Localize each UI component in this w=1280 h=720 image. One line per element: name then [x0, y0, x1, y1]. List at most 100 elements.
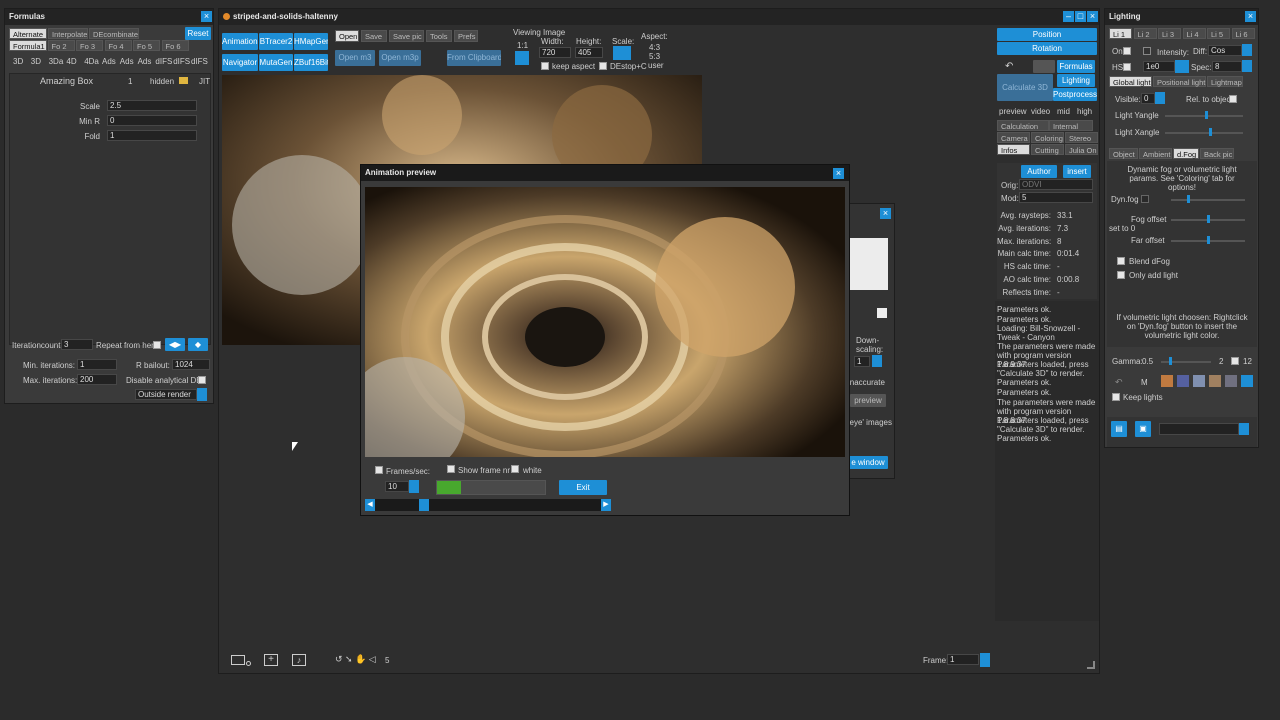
formulas-button[interactable]: Formulas: [1057, 60, 1095, 73]
zoom-icon[interactable]: [246, 661, 251, 666]
downscaling-input[interactable]: 1: [854, 356, 870, 367]
navigate-icons[interactable]: ↺ ➘ ✋ ◁: [335, 654, 376, 665]
quality-0[interactable]: preview: [999, 107, 1027, 116]
left-button-3[interactable]: Navigator: [222, 54, 258, 71]
dynfog-slider[interactable]: [1171, 199, 1245, 201]
left-button-1[interactable]: BTracer2: [259, 33, 293, 50]
dim-1[interactable]: 3D: [31, 57, 41, 66]
prev-formula-button[interactable]: ◀▶: [165, 338, 185, 351]
param-value-2[interactable]: 1: [107, 130, 197, 141]
dynfog-label[interactable]: Dyn.fog: [1111, 195, 1139, 204]
frames-per-sec-input[interactable]: 10: [385, 481, 409, 492]
author-button[interactable]: Author: [1021, 165, 1057, 178]
preview-button[interactable]: preview: [850, 394, 886, 407]
undo-light-icon[interactable]: ↶: [1115, 377, 1123, 388]
yangle-slider[interactable]: [1165, 115, 1243, 117]
light-tab-5[interactable]: Li 5: [1207, 28, 1230, 39]
dim-9[interactable]: dIFS: [173, 57, 190, 66]
light-tab-b-3[interactable]: Back pic: [1200, 148, 1234, 159]
on-checkbox[interactable]: [1123, 47, 1131, 55]
min-iter-input[interactable]: 1: [77, 359, 117, 370]
light-tab-b-2[interactable]: d.Fog: [1173, 148, 1199, 159]
viewing-value[interactable]: 1:1: [517, 41, 528, 50]
iterationcount-input[interactable]: 3: [61, 339, 93, 350]
side-tab1-1[interactable]: Internal: [1049, 120, 1093, 131]
hs-input[interactable]: 1e0: [1143, 61, 1175, 72]
light-tab-4[interactable]: Li 4: [1182, 28, 1206, 39]
chevron-down-icon[interactable]: [1239, 423, 1249, 435]
quality-2[interactable]: mid: [1057, 107, 1070, 116]
main-tab-0[interactable]: Open: [335, 30, 359, 42]
frames-per-sec-checkbox[interactable]: [375, 466, 383, 474]
repeat-checkbox[interactable]: [153, 341, 161, 349]
visible-spinner[interactable]: [1155, 92, 1165, 104]
param-value-1[interactable]: 0: [107, 115, 197, 126]
light-tab-a-0[interactable]: Global light: [1109, 76, 1152, 87]
destop-checkbox[interactable]: [599, 62, 607, 70]
preset-5-icon[interactable]: [1225, 375, 1237, 387]
formula-name[interactable]: Amazing Box: [40, 76, 93, 86]
frame-input[interactable]: 1: [947, 654, 979, 665]
outside-render-select[interactable]: Outside render: [135, 389, 197, 400]
open-folder-icon[interactable]: ▤: [1111, 421, 1127, 437]
aspect-5-3[interactable]: 5:3: [649, 52, 660, 61]
main-tab-3[interactable]: Tools: [426, 30, 452, 42]
light-tab-6[interactable]: Li 6: [1231, 28, 1255, 39]
spec-spinner[interactable]: [1242, 60, 1252, 72]
dim-8[interactable]: dIFS: [155, 57, 172, 66]
side-tab2-1[interactable]: Coloring: [1031, 132, 1064, 143]
lighting-button[interactable]: Lighting: [1057, 74, 1095, 87]
downscaling-spinner[interactable]: [872, 355, 882, 367]
preset-select[interactable]: [1159, 423, 1239, 435]
dim-6[interactable]: Ads: [120, 57, 134, 66]
aspect-4-3[interactable]: 4:3: [649, 43, 660, 52]
scroll-left-icon[interactable]: ◀: [365, 499, 375, 511]
hs-spinner[interactable]: [1175, 60, 1189, 73]
frames-spinner[interactable]: [409, 480, 419, 493]
light-tab-a-2[interactable]: Lightmap: [1207, 76, 1243, 87]
frame-scrollbar[interactable]: ◀ ▶: [365, 499, 611, 511]
light-tab-b-0[interactable]: Object: [1109, 148, 1138, 159]
xangle-slider[interactable]: [1165, 132, 1243, 134]
orig-input[interactable]: ODVI: [1019, 179, 1093, 190]
redo-button[interactable]: [1033, 60, 1055, 73]
left-button-4[interactable]: MutaGen: [259, 54, 293, 71]
preset-1-icon[interactable]: [1161, 375, 1173, 387]
resize-grip-icon[interactable]: [1087, 661, 1095, 669]
dim-7[interactable]: Ads: [138, 57, 152, 66]
maximize-icon[interactable]: □: [1075, 11, 1086, 22]
height-input[interactable]: 405: [575, 47, 603, 58]
disable-de-checkbox[interactable]: [198, 376, 206, 384]
dim-0[interactable]: 3D: [13, 57, 23, 66]
dynfog-swatch[interactable]: [1141, 195, 1149, 203]
dim-10[interactable]: dIFS: [191, 57, 208, 66]
position-button[interactable]: Position: [997, 28, 1097, 41]
light-tab-1[interactable]: Li 1: [1109, 28, 1132, 39]
side-tab3-0[interactable]: Infos: [997, 144, 1030, 155]
diff-select[interactable]: Cos: [1208, 45, 1242, 56]
max-iter-input[interactable]: 200: [77, 374, 117, 385]
blend-dfog-checkbox[interactable]: [1117, 257, 1125, 265]
white-checkbox[interactable]: [511, 465, 519, 473]
gamma-thumb[interactable]: [1169, 357, 1172, 365]
dim-5[interactable]: Ads: [102, 57, 116, 66]
main-tab-2[interactable]: Save pic: [389, 30, 424, 42]
from-clipboard-button[interactable]: From Clipboard: [447, 50, 501, 66]
viewing-spinner[interactable]: [515, 51, 529, 65]
plus-icon[interactable]: +: [264, 654, 278, 666]
xangle-thumb[interactable]: [1209, 128, 1212, 136]
chevron-down-icon[interactable]: [1242, 44, 1252, 56]
param-value-0[interactable]: 2.5: [107, 100, 197, 111]
fog-offset-thumb[interactable]: [1207, 215, 1210, 223]
close-icon[interactable]: ×: [1245, 11, 1256, 22]
formula-tab-4[interactable]: Fo 4: [104, 40, 132, 51]
yangle-thumb[interactable]: [1205, 111, 1208, 119]
scroll-thumb[interactable]: [419, 499, 429, 511]
main-tab-4[interactable]: Prefs: [454, 30, 478, 42]
formulas-tab-2[interactable]: DEcombinate: [89, 28, 139, 39]
scroll-right-icon[interactable]: ▶: [601, 499, 611, 511]
rel-object-checkbox[interactable]: [1229, 95, 1237, 103]
dim-3[interactable]: 4D: [66, 57, 76, 66]
save-icon[interactable]: ▣: [1135, 421, 1151, 437]
open-m3p-button[interactable]: Open m3p: [379, 50, 421, 66]
